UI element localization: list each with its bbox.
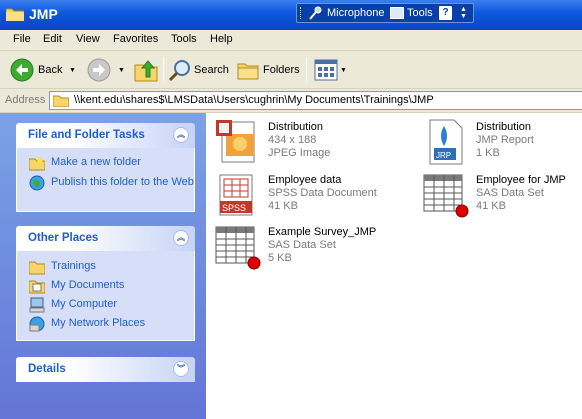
tools-icon bbox=[390, 7, 404, 19]
file-item[interactable]: Distribution 434 x 188 JPEG Image bbox=[214, 118, 404, 166]
collapse-chevron-icon[interactable]: ︽ bbox=[173, 230, 189, 246]
views-dropdown-icon[interactable]: ▼ bbox=[340, 67, 347, 74]
file-type: 434 x 188 bbox=[268, 134, 317, 146]
folders-label: Folders bbox=[263, 64, 300, 76]
place-label: My Network Places bbox=[51, 317, 146, 329]
file-folder-tasks-header[interactable]: File and Folder Tasks ︽ bbox=[16, 123, 195, 148]
task-label: Make a new folder bbox=[51, 156, 141, 168]
folders-icon bbox=[237, 63, 259, 80]
tools-button[interactable]: Tools bbox=[407, 7, 433, 19]
address-bar: Address \\kent.edu\shares$\LMSData\Users… bbox=[0, 89, 582, 113]
menu-view[interactable]: View bbox=[76, 33, 100, 45]
file-size: JPEG Image bbox=[268, 147, 331, 159]
file-type: JMP Report bbox=[476, 134, 534, 146]
title-bar[interactable]: JMP Microphone Tools ? ▲ ▼ bbox=[0, 0, 582, 30]
sas-dataset-icon bbox=[423, 174, 469, 218]
file-size: 1 KB bbox=[476, 147, 500, 159]
new-folder-icon bbox=[29, 156, 45, 171]
toolbar-separator bbox=[163, 57, 164, 83]
file-list: Distribution 434 x 188 JPEG Image JRP Di… bbox=[206, 113, 582, 419]
file-size: 41 KB bbox=[476, 200, 506, 212]
publish-web-icon bbox=[29, 175, 45, 191]
toolbar: Back ▼ ▼ Search Folders ▼ bbox=[0, 51, 582, 89]
spss-data-icon: SPSS bbox=[219, 174, 253, 216]
menu-favorites[interactable]: Favorites bbox=[113, 33, 158, 45]
chevron-updown-icon[interactable]: ▲ ▼ bbox=[460, 6, 467, 20]
svg-text:JRP: JRP bbox=[436, 151, 451, 160]
back-dropdown-icon[interactable]: ▼ bbox=[69, 67, 76, 74]
file-item[interactable]: SPSS Employee data SPSS Data Document 41… bbox=[214, 171, 404, 219]
help-button[interactable]: ? bbox=[439, 6, 452, 20]
up-folder-icon[interactable] bbox=[133, 57, 159, 83]
other-places-header[interactable]: Other Places ︽ bbox=[16, 226, 195, 251]
forward-dropdown-icon[interactable]: ▼ bbox=[118, 67, 125, 74]
my-computer-icon bbox=[29, 297, 45, 313]
other-places-body: Trainings My Documents My Computer My Ne… bbox=[16, 251, 195, 341]
file-name: Employee data bbox=[268, 174, 342, 186]
panel-title: Other Places bbox=[28, 232, 99, 244]
panel-title: Details bbox=[28, 363, 66, 375]
file-name: Employee for JMP bbox=[476, 174, 566, 186]
views-icon[interactable] bbox=[314, 59, 338, 81]
menu-file[interactable]: File bbox=[13, 33, 31, 45]
address-label: Address bbox=[5, 94, 46, 106]
menu-help[interactable]: Help bbox=[210, 33, 233, 45]
svg-text:SPSS: SPSS bbox=[222, 203, 246, 213]
menu-edit[interactable]: Edit bbox=[43, 33, 62, 45]
microphone-icon bbox=[309, 6, 322, 20]
jmp-report-icon: JRP bbox=[429, 119, 463, 165]
sas-dataset-icon bbox=[215, 226, 261, 270]
jpeg-image-icon bbox=[216, 120, 255, 163]
task-pane: File and Folder Tasks ︽ Make a new folde… bbox=[0, 113, 206, 419]
network-places-icon bbox=[29, 316, 45, 332]
file-name: Distribution bbox=[476, 121, 532, 133]
file-name: Example Survey_JMP bbox=[268, 226, 377, 238]
menu-tools[interactable]: Tools bbox=[171, 33, 197, 45]
place-label: Trainings bbox=[51, 260, 96, 272]
place-label: My Documents bbox=[51, 279, 125, 291]
file-item[interactable]: Example Survey_JMP SAS Data Set 5 KB bbox=[214, 223, 404, 271]
search-icon bbox=[168, 60, 190, 82]
expand-chevron-icon[interactable]: ︾ bbox=[173, 361, 189, 377]
file-type: SPSS Data Document bbox=[268, 187, 377, 199]
address-input[interactable]: \\kent.edu\shares$\LMSData\Users\cughrin… bbox=[49, 91, 582, 110]
language-bar[interactable]: Microphone Tools ? ▲ ▼ bbox=[296, 3, 474, 23]
file-folder-tasks-body: Make a new folder Publish this folder to… bbox=[16, 148, 195, 212]
window-title: JMP bbox=[29, 6, 58, 22]
details-header[interactable]: Details ︾ bbox=[16, 357, 195, 382]
task-label: Publish this folder to the Web bbox=[51, 176, 194, 188]
my-documents-icon bbox=[29, 280, 45, 294]
search-button[interactable]: Search bbox=[168, 55, 230, 85]
folder-icon bbox=[6, 8, 24, 21]
panel-title: File and Folder Tasks bbox=[28, 129, 145, 141]
file-item[interactable]: JRP Distribution JMP Report 1 KB bbox=[422, 118, 572, 166]
place-label: My Computer bbox=[51, 298, 118, 310]
collapse-chevron-icon[interactable]: ︽ bbox=[173, 127, 189, 143]
file-item[interactable]: Employee for JMP SAS Data Set 41 KB bbox=[422, 171, 572, 219]
file-type: SAS Data Set bbox=[268, 239, 336, 251]
address-path: \\kent.edu\shares$\LMSData\Users\cughrin… bbox=[74, 94, 434, 106]
forward-arrow-icon[interactable] bbox=[87, 58, 111, 82]
folder-icon bbox=[29, 261, 45, 275]
folder-icon bbox=[53, 95, 69, 107]
file-type: SAS Data Set bbox=[476, 187, 544, 199]
file-size: 5 KB bbox=[268, 252, 292, 264]
file-size: 41 KB bbox=[268, 200, 298, 212]
search-label: Search bbox=[194, 64, 229, 76]
menu-bar: File Edit View Favorites Tools Help bbox=[0, 30, 582, 51]
back-label: Back bbox=[38, 64, 63, 76]
file-name: Distribution bbox=[268, 121, 324, 133]
grip-handle[interactable] bbox=[300, 7, 302, 19]
back-arrow-icon bbox=[10, 58, 34, 82]
microphone-button[interactable]: Microphone bbox=[327, 7, 384, 19]
folders-button[interactable]: Folders bbox=[237, 55, 301, 85]
toolbar-separator bbox=[306, 57, 307, 83]
